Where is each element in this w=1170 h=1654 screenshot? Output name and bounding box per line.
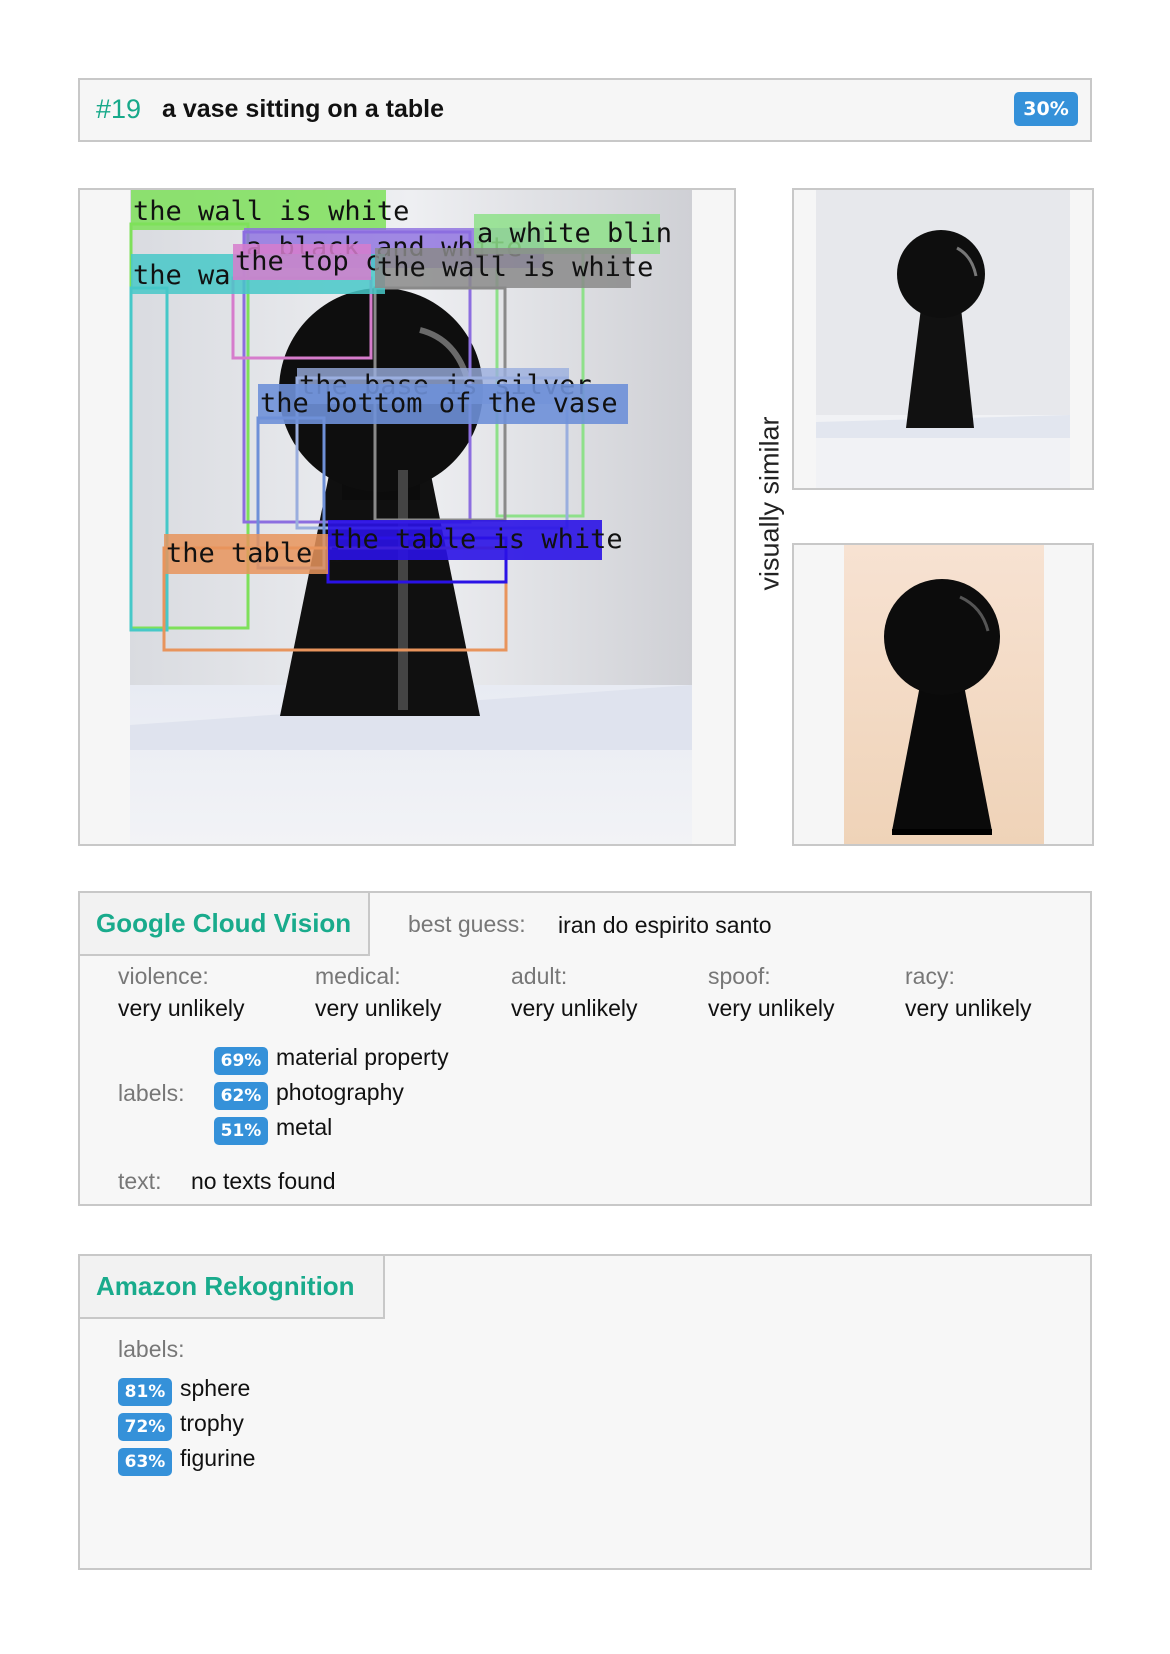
similar-image-2 — [792, 543, 1094, 846]
best-guess-value: iran do espirito santo — [558, 912, 772, 938]
gcv-labels-title: labels: — [118, 1080, 185, 1106]
gcv-label-name: photography — [276, 1079, 404, 1105]
best-guess-label: best guess: — [408, 911, 526, 937]
aws-label-name: trophy — [180, 1410, 244, 1436]
safe-value-racy: very unlikely — [905, 995, 1032, 1021]
item-number: #19 — [96, 94, 142, 124]
aws-label-score: 63% — [118, 1448, 172, 1476]
caption-title: a vase sitting on a table — [162, 95, 445, 123]
annotation-label: the table i — [166, 538, 345, 569]
aws-labels-title: labels: — [118, 1336, 185, 1362]
annotation-label: the top c — [235, 246, 381, 277]
safe-key-adult: adult: — [511, 963, 568, 989]
safe-value-spoof: very unlikely — [708, 995, 835, 1021]
visually-similar-label: visually similar — [754, 416, 785, 591]
aws-title: Amazon Rekognition — [96, 1271, 355, 1301]
gcv-text-value: no texts found — [191, 1168, 336, 1194]
annotated-photo: the wall is white a black and white a wh… — [129, 190, 692, 844]
aws-label-name: sphere — [180, 1375, 251, 1401]
similar-photo-1 — [816, 190, 1070, 488]
gcv-label-score: 69% — [214, 1047, 268, 1075]
annotation-label: the wall is white — [133, 196, 409, 227]
vase-highlight — [398, 470, 408, 710]
safe-key-spoof: spoof: — [708, 963, 771, 989]
gcv-label-name: metal — [276, 1114, 333, 1140]
similar-photo-2 — [844, 545, 1044, 844]
aws-label-score: 81% — [118, 1378, 172, 1406]
safe-key-racy: racy: — [905, 963, 955, 989]
gcv-title: Google Cloud Vision — [96, 908, 352, 938]
main-image-panel: the wall is white a black and white a wh… — [78, 188, 736, 846]
safe-key-medical: medical: — [315, 963, 401, 989]
caption-score-badge: 30% — [1014, 92, 1078, 126]
gcv-tab: Google Cloud Vision — [78, 891, 370, 956]
annotation-label: the table is white — [330, 524, 623, 555]
gcv-label-score: 51% — [214, 1117, 268, 1145]
annotation-label: the wall is white — [377, 252, 653, 283]
aws-label-name: figurine — [180, 1445, 256, 1471]
annotation-label: a white blin — [477, 218, 672, 249]
annotation-label: the wa — [133, 260, 231, 291]
safe-value-violence: very unlikely — [118, 995, 245, 1021]
safe-value-adult: very unlikely — [511, 995, 638, 1021]
gcv-text-label: text: — [118, 1168, 162, 1194]
caption-header: #19 a vase sitting on a table 30% — [78, 78, 1092, 142]
similar-image-1 — [792, 188, 1094, 490]
gcv-label-score: 62% — [214, 1082, 268, 1110]
safe-value-medical: very unlikely — [315, 995, 442, 1021]
safe-key-violence: violence: — [118, 963, 209, 989]
annotation-label: the bottom of the vase — [260, 388, 618, 419]
aws-label-score: 72% — [118, 1413, 172, 1441]
gcv-label-name: material property — [276, 1044, 449, 1070]
google-cloud-vision-section: Google Cloud Vision best guess: iran do … — [78, 891, 1092, 1206]
amazon-rekognition-section: Amazon Rekognition labels: 81% sphere 72… — [78, 1254, 1092, 1570]
aws-tab: Amazon Rekognition — [78, 1254, 385, 1319]
